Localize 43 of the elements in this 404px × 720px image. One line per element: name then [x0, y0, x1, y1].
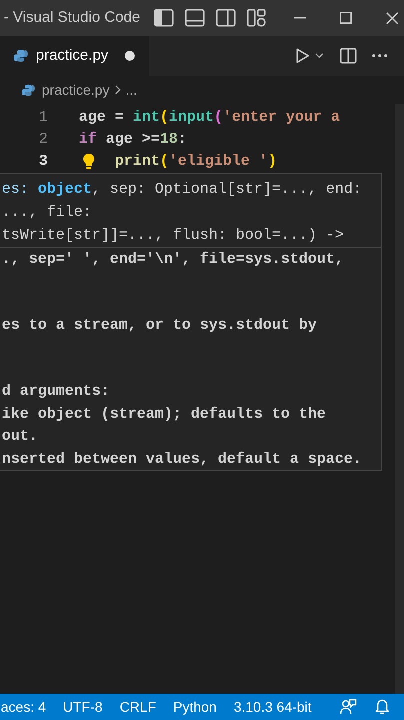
chevron-down-icon[interactable] — [315, 53, 324, 59]
signature-line: es: object, sep: Optional[str]=..., end: — [1, 180, 364, 200]
doc-text: d arguments: — [1, 382, 112, 402]
status-item[interactable]: aces: 4 — [1, 696, 46, 718]
sidebar-toggle-icon[interactable] — [154, 9, 174, 27]
maximize-icon[interactable] — [340, 12, 352, 24]
doc-text: nserted between values, default a space. — [1, 450, 364, 470]
minimize-icon[interactable] — [294, 17, 306, 19]
tab-label: practice.py — [36, 46, 109, 66]
editor-tab[interactable]: practice.py — [0, 36, 149, 76]
line-number: 3 — [38, 152, 48, 172]
window-title: - Visual Studio Code — [4, 8, 140, 28]
code-line: print('eligible ') — [115, 152, 278, 172]
python-file-icon — [14, 49, 28, 63]
close-icon[interactable] — [386, 12, 400, 24]
line-number: 2 — [38, 130, 48, 150]
breadcrumb-item[interactable]: ... — [126, 80, 138, 100]
doc-code-line: ., sep=' ', end='\n', file=sys.stdout, — [1, 250, 346, 270]
run-icon[interactable] — [296, 48, 310, 64]
doc-text: ike object (stream); defaults to the — [1, 404, 328, 425]
breadcrumb-item[interactable]: practice.py — [42, 80, 110, 100]
code-line: age = int(input('enter your a — [79, 108, 340, 128]
status-item[interactable]: 3.10.3 64-bit — [234, 696, 312, 718]
line-number: 1 — [38, 108, 48, 128]
panel-toggle-icon[interactable] — [185, 9, 206, 27]
doc-text: es to a stream, or to sys.stdout by — [1, 316, 318, 336]
doc-text: out. — [1, 427, 40, 448]
signature-line: ..., file: — [1, 203, 94, 223]
split-editor-icon[interactable] — [340, 48, 357, 64]
layout-grid-icon[interactable] — [247, 9, 268, 27]
status-item[interactable]: UTF-8 — [63, 696, 103, 718]
code-line: if age >=18: — [79, 130, 188, 150]
feedback-icon[interactable] — [340, 699, 357, 715]
lightbulb-icon[interactable] — [82, 153, 96, 171]
split-layout-icon[interactable] — [216, 9, 236, 27]
signature-line: tsWrite[str]]=..., flush: bool=...) -> — [1, 226, 346, 246]
bell-icon[interactable] — [374, 699, 390, 715]
status-item[interactable]: CRLF — [120, 696, 156, 718]
more-icon[interactable] — [372, 54, 388, 58]
chevron-right-icon — [114, 85, 121, 95]
scrollbar[interactable] — [395, 104, 404, 694]
python-file-icon — [22, 84, 35, 96]
status-item[interactable]: Python — [173, 696, 217, 718]
